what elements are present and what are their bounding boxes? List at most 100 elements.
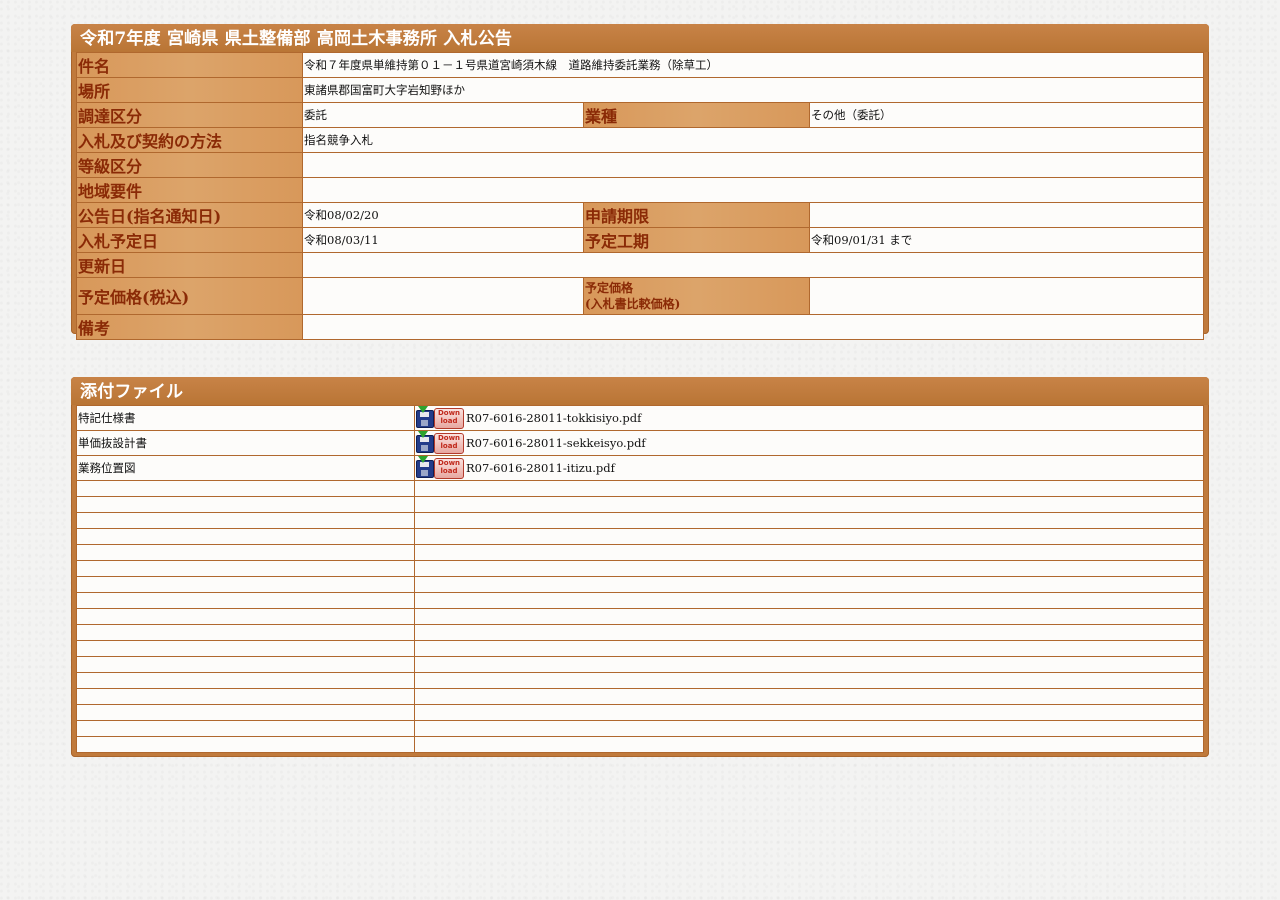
notice-panel: 令和7年度 宮崎県 県土整備部 高岡土木事務所 入札公告 件名 令和７年度県単維… [71,24,1209,340]
value-hikaku-kakaku [809,277,1204,315]
row-kokokubi: 公告日(指名通知日) 令和08/02/20 申請期限 [76,202,1204,228]
empty-cell [414,736,1204,753]
attachment-file-link[interactable]: R07-6016-28011-tokkisiyo.pdf [466,411,641,425]
attachment-file-cell: Down load R07-6016-28011-tokkisiyo.pdf [414,405,1204,431]
row-tokyu: 等級区分 [76,152,1204,178]
empty-cell [414,592,1204,609]
label-koshin: 更新日 [76,252,303,278]
arrow-down-icon [418,431,428,438]
attachment-row: 単価抜設計書 Down load R07-6016-28011-sekkeisyo.p… [76,430,1204,456]
label-shinsei: 申請期限 [583,202,810,228]
row-koshin: 更新日 [76,252,1204,278]
label-yotei-kakaku: 予定価格(税込) [76,277,303,315]
attachments-table: 特記仕様書 Down load R07-6016-28011-tokkisiyo.pd… [76,405,1204,753]
empty-cell [76,704,415,721]
value-yotei-kakaku [302,277,584,315]
download-label: Down load [434,433,464,454]
empty-cell [76,720,415,737]
empty-cell [76,656,415,673]
empty-row [76,560,1204,577]
row-chotatsu: 調達区分 委託 業種 その他（委託） [76,102,1204,128]
empty-row [76,656,1204,673]
label-kenmei: 件名 [76,52,303,78]
download-icon[interactable]: Down load [416,406,464,429]
label-hikaku-line2: (入札書比較価格) [585,297,681,311]
attachment-name: 単価抜設計書 [76,430,415,456]
label-koki: 予定工期 [583,227,810,253]
empty-row [76,704,1204,721]
empty-row [76,608,1204,625]
download-icon[interactable]: Down load [416,431,464,454]
empty-row [76,544,1204,561]
empty-row [76,624,1204,641]
row-hoho: 入札及び契約の方法 指名競争入札 [76,127,1204,153]
empty-cell [76,496,415,513]
empty-cell [76,576,415,593]
empty-cell [414,480,1204,497]
empty-cell [414,608,1204,625]
label-nyusatsubi: 入札予定日 [76,227,303,253]
empty-cell [414,640,1204,657]
download-label: Down load [434,408,464,429]
empty-cell [414,720,1204,737]
empty-cell [76,592,415,609]
label-basho: 場所 [76,77,303,103]
arrow-down-icon [418,456,428,463]
empty-cell [76,640,415,657]
empty-cell [76,672,415,689]
empty-row [76,688,1204,705]
empty-cell [414,528,1204,545]
label-biko: 備考 [76,314,303,340]
attachments-panel: 添付ファイル 特記仕様書 Down load R07-6016-28011-tokki… [71,377,1209,757]
value-gyoshu: その他（委託） [809,102,1204,128]
row-basho: 場所 東諸県郡国富町大字岩知野ほか [76,77,1204,103]
empty-row [76,592,1204,609]
empty-cell [76,624,415,641]
empty-cell [76,736,415,753]
label-kokokubi: 公告日(指名通知日) [76,202,303,228]
empty-cell [414,672,1204,689]
value-shinsei [809,202,1204,228]
attachments-title: 添付ファイル [71,377,1209,405]
value-basho: 東諸県郡国富町大字岩知野ほか [302,77,1204,103]
arrow-down-icon [418,406,428,413]
empty-cell [76,544,415,561]
label-chotatsu: 調達区分 [76,102,303,128]
download-label: Down load [434,458,464,479]
attachment-file-link[interactable]: R07-6016-28011-sekkeisyo.pdf [466,436,646,450]
label-tokyu: 等級区分 [76,152,303,178]
value-tokyu [302,152,1204,178]
empty-cell [414,544,1204,561]
empty-cell [414,704,1204,721]
value-nyusatsubi: 令和08/03/11 [302,227,584,253]
empty-cell [414,496,1204,513]
empty-row [76,480,1204,497]
empty-row [76,576,1204,593]
empty-cell [414,688,1204,705]
empty-row [76,512,1204,529]
attachment-row: 業務位置図 Down load R07-6016-28011-itizu.pdf [76,455,1204,481]
value-koki: 令和09/01/31 まで [809,227,1204,253]
empty-cell [414,576,1204,593]
value-hoho: 指名競争入札 [302,127,1204,153]
empty-row [76,672,1204,689]
empty-row [76,528,1204,545]
value-koshin [302,252,1204,278]
attachment-file-cell: Down load R07-6016-28011-sekkeisyo.pdf [414,430,1204,456]
empty-cell [76,512,415,529]
row-nyusatsubi: 入札予定日 令和08/03/11 予定工期 令和09/01/31 まで [76,227,1204,253]
attachment-file-cell: Down load R07-6016-28011-itizu.pdf [414,455,1204,481]
empty-cell [76,608,415,625]
label-chiiki: 地域要件 [76,177,303,203]
download-icon[interactable]: Down load [416,456,464,479]
attachment-name: 業務位置図 [76,455,415,481]
empty-cell [414,656,1204,673]
label-hoho: 入札及び契約の方法 [76,127,303,153]
empty-row [76,496,1204,513]
value-chotatsu: 委託 [302,102,584,128]
value-chiiki [302,177,1204,203]
empty-row [76,720,1204,737]
row-chiiki: 地域要件 [76,177,1204,203]
empty-cell [414,624,1204,641]
attachment-file-link[interactable]: R07-6016-28011-itizu.pdf [466,461,615,475]
